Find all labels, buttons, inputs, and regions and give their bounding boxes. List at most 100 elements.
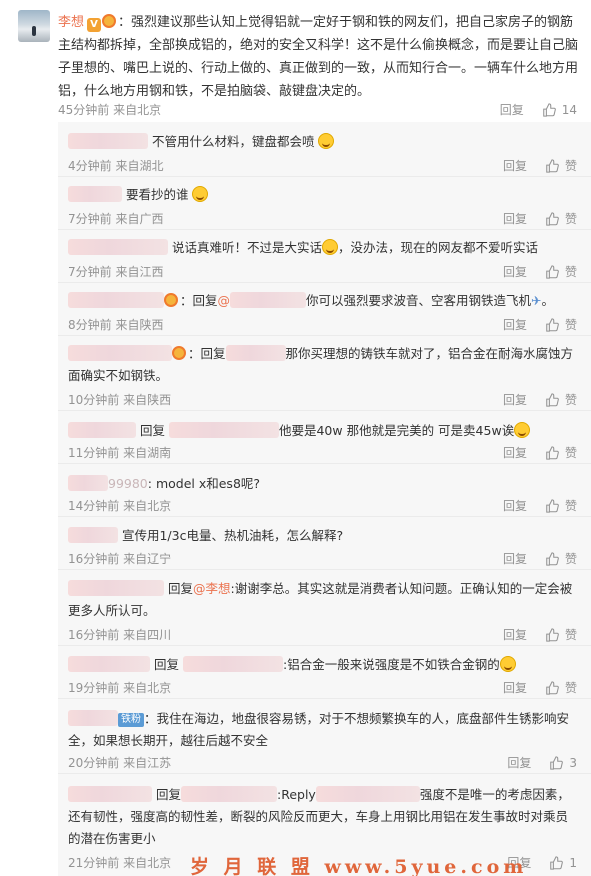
thumbs-up-icon[interactable] [542,102,556,117]
thumbs-up-icon[interactable] [549,755,564,770]
timestamp: 11分钟前 [68,446,120,460]
thumbs-up-icon[interactable] [545,445,559,460]
thumbs-up-icon[interactable] [545,551,559,566]
reply-button[interactable]: 回复 [500,101,524,118]
reply-meta: 14分钟前 来自北京 [68,497,171,514]
thumbs-up-icon[interactable] [545,627,559,642]
reply-button[interactable]: 回复 [503,391,527,408]
divider [58,516,591,517]
reply-prefix: 回复 [153,657,179,672]
reply-item: 回复 他要是40w 那他就是完美的 可是卖45w诶 [68,420,577,442]
thumbs-up-icon[interactable] [545,498,559,513]
thumbs-up-icon[interactable] [545,264,559,279]
timestamp: 10分钟前 [68,393,120,407]
blurred-username [315,786,420,802]
location: 来自江西 [115,265,164,279]
username-tail: 99980 [108,476,148,491]
comment-body: ：强烈建议那些认知上觉得铝就一定好于钢和铁的网友们，把自己家房子的钢筋主结构都拆… [58,15,579,99]
comment-actions: 回复 14 [500,101,577,118]
avatar[interactable] [18,10,50,42]
reply-item: ：回复@ 你可以强烈要求波音、空客用钢铁造飞机✈。 [68,290,577,312]
reply-button[interactable]: 回复 [503,157,527,174]
medal-icon [164,293,178,307]
reply-button[interactable]: 回复 [503,316,527,333]
like-button[interactable]: 赞 [565,497,577,514]
reply-button[interactable]: 回复 [507,754,531,771]
blurred-username [68,422,136,438]
location: 来自江苏 [123,756,172,770]
reply-actions: 回复 赞 [503,263,577,280]
reply-list: 不管用什么材料，键盘都会喷 4分钟前 来自湖北 回复赞 要看抄的谁 7分钟前 来… [58,122,591,876]
verified-badge-icon: V [87,18,102,32]
main-comment-text: 李想 V ：强烈建议那些认知上觉得铝就一定好于钢和铁的网友们，把自己家房子的钢筋主结… [58,11,580,103]
thumbs-up-icon[interactable] [545,680,559,695]
reply-meta: 11分钟前 来自湖南 [68,444,171,461]
like-button[interactable]: 赞 [565,157,577,174]
reply-text: : model x和es8呢? [147,476,261,491]
blurred-username [230,292,307,308]
thumbs-up-icon[interactable] [545,158,559,173]
thumbs-up-icon[interactable] [545,392,559,407]
like-button[interactable]: 赞 [565,316,577,333]
location: 来自陕西 [123,393,172,407]
reply-meta: 4分钟前 来自湖北 [68,157,163,174]
reply-meta: 7分钟前 来自江西 [68,263,163,280]
thumbs-up-icon[interactable] [545,211,559,226]
airplane-icon: ✈ [531,293,542,308]
reply-actions: 回复 赞 [503,210,577,227]
timestamp: 8分钟前 [68,318,112,332]
location: 来自湖北 [115,159,164,173]
reply-prefix: 回复 [139,423,165,438]
reply-meta: 16分钟前 来自四川 [68,626,171,643]
reply-meta: 8分钟前 来自陕西 [68,316,163,333]
reply-meta: 10分钟前 来自陕西 [68,391,171,408]
like-button[interactable]: 赞 [565,679,577,696]
like-button[interactable]: 赞 [565,550,577,567]
thumbs-up-icon[interactable] [549,855,564,870]
like-button[interactable]: 赞 [565,444,577,461]
reply-item: 要看抄的谁 [68,184,577,206]
reply-button[interactable]: 回复 [503,210,527,227]
like-button[interactable]: 赞 [565,210,577,227]
like-button[interactable]: 赞 [565,626,577,643]
like-count: 14 [561,102,577,117]
mention-link[interactable]: @ [218,293,231,308]
blurred-username [68,133,148,149]
blurred-username [68,239,168,255]
reply-prefix: 回复 [167,581,193,596]
reply-text: 我住在海边，地盘很容易锈，对于不想频繁换车的人，底盘部件生锈影响安全，如果想长期… [68,711,570,748]
medal-icon [102,14,117,28]
divider [58,463,591,464]
reply-button[interactable]: 回复 [503,263,527,280]
timestamp: 4分钟前 [68,159,112,173]
blurred-username [225,345,286,361]
blurred-username [68,527,118,543]
reply-text: 说话真难听！不过是大实话 [171,240,322,255]
username-link[interactable]: 李想 [58,15,84,30]
reply-button[interactable]: 回复 [503,679,527,696]
reply-button[interactable]: 回复 [503,626,527,643]
blurred-username [68,656,150,672]
thumbs-up-icon[interactable] [545,317,559,332]
reply-item: 不管用什么材料，键盘都会喷 [68,131,577,153]
divider [58,645,591,646]
reply-button[interactable]: 回复 [503,444,527,461]
mention-link[interactable]: @李想 [193,581,231,596]
divider [58,698,591,699]
emoji-icon [514,422,531,438]
timestamp: 7分钟前 [68,212,112,226]
like-button[interactable]: 赞 [565,263,577,280]
location: 来自陕西 [115,318,164,332]
reply-text: 他要是40w 那他就是完美的 可是卖45w诶 [278,423,515,438]
like-button[interactable]: 赞 [565,391,577,408]
reply-button[interactable]: 回复 [503,497,527,514]
reply-item: 宣传用1/3c电量、热机油耗，怎么解释? [68,525,577,547]
reply-button[interactable]: 回复 [503,550,527,567]
reply-item: 说话真难听！不过是大实话 ，没办法，现在的网友都不爱听实话 [68,237,577,259]
timestamp: 45分钟前 [58,103,110,117]
blurred-username [68,292,164,308]
emoji-icon [322,239,338,255]
reply-actions: 回复 赞 [503,444,577,461]
emoji-icon [499,656,516,672]
reply-actions: 回复 3 [507,754,577,771]
